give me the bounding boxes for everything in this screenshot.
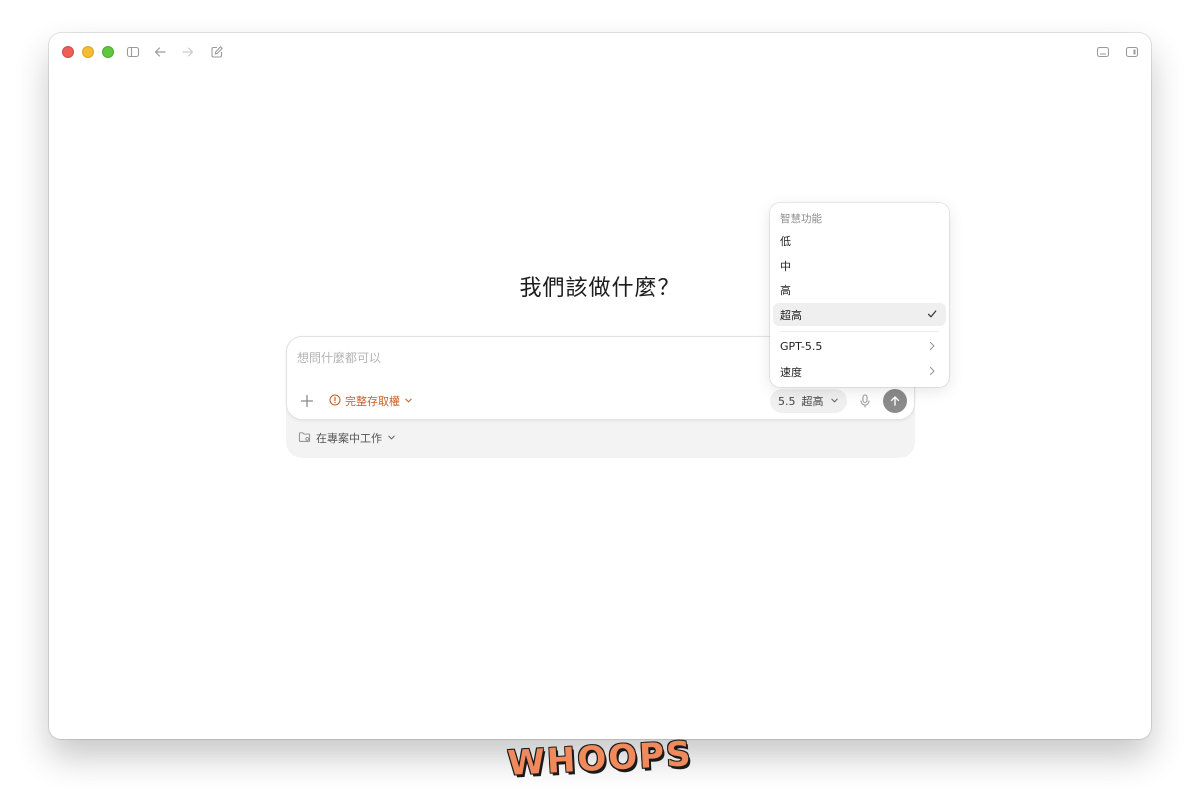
- menu-divider: [780, 331, 939, 332]
- menu-item-label: 中: [780, 259, 791, 273]
- zoom-window-button[interactable]: [102, 46, 114, 58]
- project-label: 在專案中工作: [316, 432, 382, 445]
- microphone-icon[interactable]: [858, 393, 872, 409]
- app-window: 我們該做什麼？ 完整存取權 5.5 超高: [49, 33, 1151, 739]
- prompt-input[interactable]: [297, 348, 767, 368]
- menu-item-extra-high[interactable]: 超高: [773, 303, 946, 326]
- chevron-down-icon: [404, 395, 413, 408]
- chevron-right-icon: [926, 340, 938, 352]
- model-level-label: 超高: [801, 395, 824, 408]
- checkmark-icon: [926, 308, 938, 320]
- forward-arrow-icon[interactable]: [181, 45, 195, 59]
- project-selector-button[interactable]: 在專案中工作: [298, 430, 396, 446]
- send-button[interactable]: [883, 389, 907, 413]
- page-title: 我們該做什麼？: [519, 276, 681, 301]
- close-window-button[interactable]: [62, 46, 74, 58]
- plus-icon[interactable]: [299, 393, 315, 409]
- arrow-up-icon: [890, 396, 900, 406]
- minimize-window-button[interactable]: [82, 46, 94, 58]
- menu-item-label: GPT-5.5: [780, 340, 823, 353]
- menu-header: 智慧功能: [780, 213, 822, 225]
- sidebar-toggle-icon[interactable]: [126, 45, 140, 59]
- folder-icon: [298, 431, 311, 446]
- reasoning-level-menu: 智慧功能 低 中 高 超高 GPT-5.5 速度: [770, 203, 949, 387]
- right-panel-icon[interactable]: [1125, 45, 1139, 59]
- new-chat-icon[interactable]: [210, 45, 224, 59]
- chevron-down-icon: [830, 395, 839, 408]
- menu-item-high[interactable]: 高: [773, 278, 946, 301]
- terminal-panel-icon[interactable]: [1096, 45, 1110, 59]
- warning-icon: [329, 393, 341, 409]
- menu-item-medium[interactable]: 中: [773, 254, 946, 277]
- chevron-down-icon: [387, 432, 396, 445]
- menu-item-label: 速度: [780, 365, 802, 379]
- menu-item-speed[interactable]: 速度: [773, 360, 946, 383]
- titlebar: [49, 33, 1151, 71]
- chevron-right-icon: [926, 365, 938, 377]
- access-mode-button[interactable]: 完整存取權: [329, 393, 413, 409]
- back-arrow-icon[interactable]: [153, 45, 167, 59]
- menu-item-low[interactable]: 低: [773, 229, 946, 252]
- model-version-label: 5.5: [778, 394, 796, 408]
- menu-item-model[interactable]: GPT-5.5: [773, 335, 946, 358]
- menu-item-label: 低: [780, 234, 791, 248]
- menu-item-label: 超高: [780, 308, 802, 322]
- access-mode-label: 完整存取權: [345, 395, 400, 408]
- model-selector-button[interactable]: 5.5 超高: [770, 389, 847, 413]
- menu-item-label: 高: [780, 283, 791, 297]
